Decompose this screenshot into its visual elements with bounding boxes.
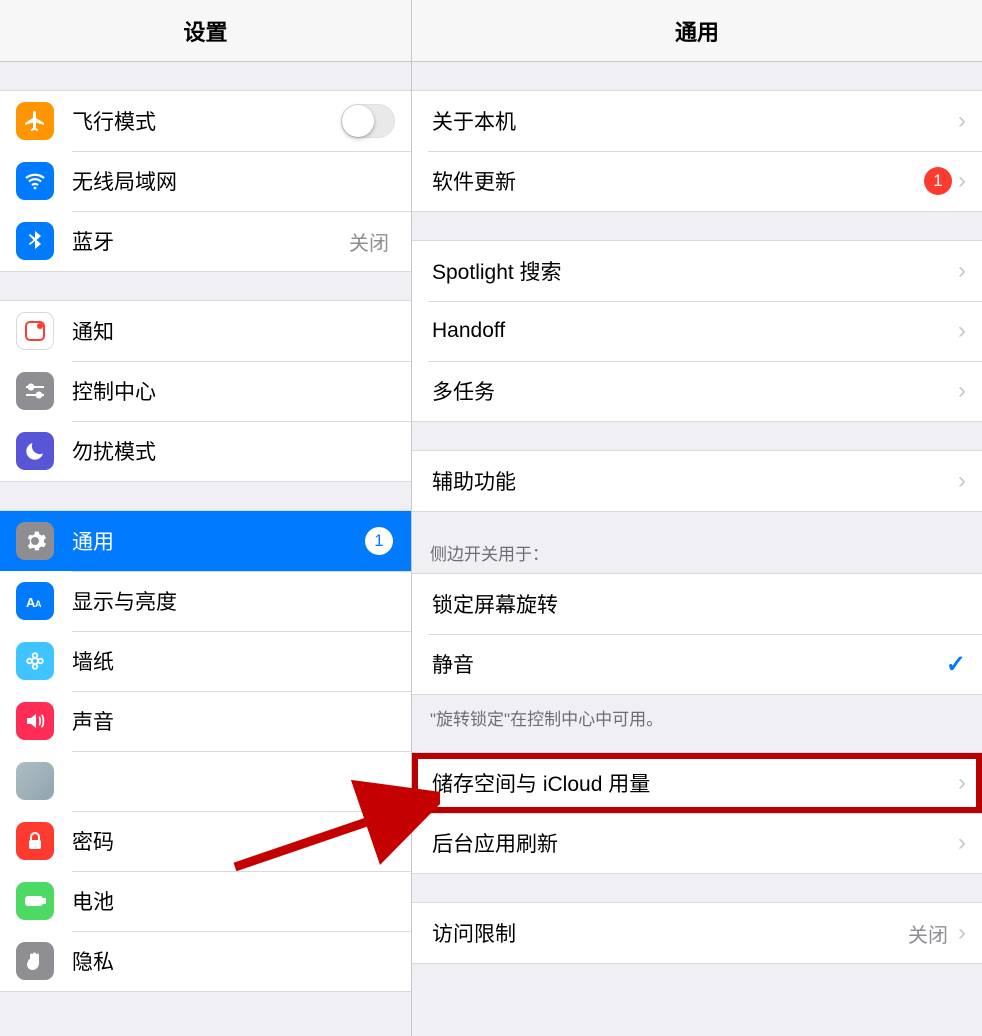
gear-icon	[16, 522, 54, 560]
privacy-label: 隐私	[72, 946, 114, 976]
battery-label: 电池	[72, 886, 114, 916]
group-storage: 储存空间与 iCloud 用量 › 后台应用刷新 ›	[412, 752, 982, 874]
lock-icon	[16, 822, 54, 860]
row-restrictions[interactable]: 访问限制 关闭 ›	[412, 903, 982, 963]
storage-label: 储存空间与 iCloud 用量	[432, 768, 650, 798]
header-left-title: 设置	[183, 15, 227, 47]
multitask-label: 多任务	[432, 376, 495, 406]
row-battery[interactable]: 电池	[0, 871, 411, 931]
row-bluetooth[interactable]: 蓝牙 关闭	[0, 211, 411, 271]
chevron-right-icon: ›	[958, 107, 966, 135]
chevron-right-icon: ›	[958, 377, 966, 405]
general-badge: 1	[365, 527, 393, 555]
row-wifi[interactable]: 无线局域网	[0, 151, 411, 211]
group-restrictions: 访问限制 关闭 ›	[412, 902, 982, 964]
notifications-label: 通知	[72, 316, 114, 346]
row-background-refresh[interactable]: 后台应用刷新 ›	[412, 813, 982, 873]
update-label: 软件更新	[432, 166, 516, 196]
header-left: 设置	[0, 0, 411, 62]
airplane-switch[interactable]	[341, 104, 395, 138]
battery-icon	[16, 882, 54, 920]
moon-icon	[16, 432, 54, 470]
row-privacy[interactable]: 隐私	[0, 931, 411, 991]
passwords-label: 密码	[72, 826, 114, 856]
row-control-center[interactable]: 控制中心	[0, 361, 411, 421]
restrict-value: 关闭	[908, 919, 948, 948]
group-network: 飞行模式 无线局域网 蓝牙 关闭	[0, 90, 411, 272]
wallpaper-label: 墙纸	[72, 646, 114, 676]
group-accessibility: 辅助功能 ›	[412, 450, 982, 512]
sidebar-settings: 设置 飞行模式 无线局域网 蓝牙 关闭	[0, 0, 412, 1036]
mute-label: 静音	[432, 649, 474, 679]
control-label: 控制中心	[72, 376, 156, 406]
group-about-update: 关于本机 › 软件更新 1 ›	[412, 90, 982, 212]
group-general: 通用 1 AA 显示与亮度 墙纸 声音	[0, 510, 411, 992]
restrict-label: 访问限制	[432, 918, 516, 948]
row-software-update[interactable]: 软件更新 1 ›	[412, 151, 982, 211]
row-about[interactable]: 关于本机 ›	[412, 91, 982, 151]
control-icon	[16, 372, 54, 410]
group-spotlight: Spotlight 搜索 › Handoff › 多任务 ›	[412, 240, 982, 422]
detail-general: 通用 关于本机 › 软件更新 1 › Spotlight 搜索 › Handof…	[412, 0, 982, 1036]
display-label: 显示与亮度	[72, 586, 177, 616]
airplane-label: 飞行模式	[72, 106, 156, 136]
row-display-brightness[interactable]: AA 显示与亮度	[0, 571, 411, 631]
handoff-label: Handoff	[432, 319, 505, 343]
general-label: 通用	[72, 526, 114, 556]
chevron-right-icon: ›	[958, 167, 966, 195]
airplane-icon	[16, 102, 54, 140]
update-badge: 1	[924, 167, 952, 195]
chevron-right-icon: ›	[958, 467, 966, 495]
chevron-right-icon: ›	[958, 769, 966, 797]
spotlight-label: Spotlight 搜索	[432, 256, 562, 286]
sound-label: 声音	[72, 706, 114, 736]
chevron-right-icon: ›	[958, 829, 966, 857]
row-lock-rotation[interactable]: 锁定屏幕旋转	[412, 574, 982, 634]
bluetooth-label: 蓝牙	[72, 226, 114, 256]
group-side-switch: 锁定屏幕旋转 静音 ✓	[412, 573, 982, 695]
chevron-right-icon: ›	[958, 257, 966, 285]
wifi-icon	[16, 162, 54, 200]
wifi-label: 无线局域网	[72, 166, 177, 196]
header-right-title: 通用	[675, 15, 719, 47]
row-storage-icloud[interactable]: 储存空间与 iCloud 用量 ›	[412, 753, 982, 813]
bluetooth-icon	[16, 222, 54, 260]
svg-text:A: A	[35, 599, 42, 609]
lock-rotation-label: 锁定屏幕旋转	[432, 589, 558, 619]
row-siri[interactable]	[0, 751, 411, 811]
row-mute[interactable]: 静音 ✓	[412, 634, 982, 694]
row-do-not-disturb[interactable]: 勿扰模式	[0, 421, 411, 481]
notification-icon	[16, 312, 54, 350]
side-switch-section-footer: "旋转锁定"在控制中心中可用。	[412, 695, 982, 730]
hand-icon	[16, 942, 54, 980]
group-notifications: 通知 控制中心 勿扰模式	[0, 300, 411, 482]
row-handoff[interactable]: Handoff ›	[412, 301, 982, 361]
side-switch-section-header: 侧边开关用于：	[412, 512, 982, 573]
chevron-right-icon: ›	[958, 919, 966, 947]
row-sound[interactable]: 声音	[0, 691, 411, 751]
row-wallpaper[interactable]: 墙纸	[0, 631, 411, 691]
sound-icon	[16, 702, 54, 740]
check-icon: ✓	[946, 650, 966, 679]
siri-icon	[16, 762, 54, 800]
wallpaper-icon	[16, 642, 54, 680]
row-multitask[interactable]: 多任务 ›	[412, 361, 982, 421]
row-spotlight[interactable]: Spotlight 搜索 ›	[412, 241, 982, 301]
row-airplane-mode[interactable]: 飞行模式	[0, 91, 411, 151]
display-aA-icon: AA	[16, 582, 54, 620]
bluetooth-value: 关闭	[349, 227, 389, 256]
row-accessibility[interactable]: 辅助功能 ›	[412, 451, 982, 511]
about-label: 关于本机	[432, 106, 516, 136]
bgrefresh-label: 后台应用刷新	[432, 828, 558, 858]
row-notifications[interactable]: 通知	[0, 301, 411, 361]
chevron-right-icon: ›	[958, 317, 966, 345]
dnd-label: 勿扰模式	[72, 436, 156, 466]
accessibility-label: 辅助功能	[432, 466, 516, 496]
header-right: 通用	[412, 0, 982, 62]
row-passwords[interactable]: 密码	[0, 811, 411, 871]
row-general[interactable]: 通用 1	[0, 511, 411, 571]
